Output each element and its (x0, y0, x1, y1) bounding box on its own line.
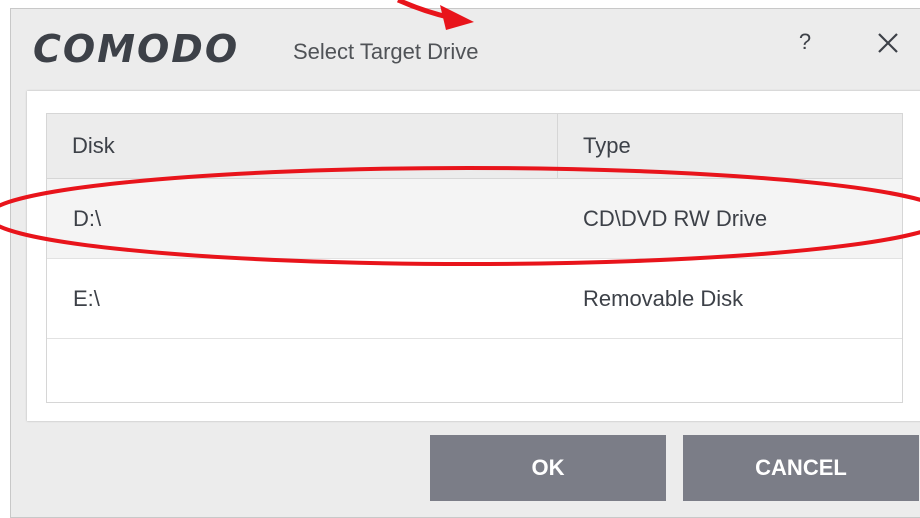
comodo-logo: COMODO (33, 27, 240, 71)
drive-list-panel: Disk Type D:\ CD\DVD RW Drive E:\ Remova… (27, 91, 920, 421)
select-target-drive-dialog: COMODO Select Target Drive ? Disk Type D… (10, 8, 920, 518)
table-row-d-drive[interactable]: D:\ CD\DVD RW Drive (47, 179, 902, 259)
table-row-e-drive[interactable]: E:\ Removable Disk (47, 259, 902, 339)
close-button[interactable] (873, 25, 903, 59)
type-cell: CD\DVD RW Drive (583, 206, 768, 231)
dialog-titlebar: COMODO Select Target Drive ? (11, 9, 920, 89)
ok-button[interactable]: OK (430, 435, 666, 501)
table-header: Disk Type (47, 114, 902, 179)
column-header-type[interactable]: Type (558, 114, 902, 178)
disk-cell: E:\ (73, 286, 100, 311)
column-header-disk[interactable]: Disk (47, 114, 558, 178)
cancel-button[interactable]: CANCEL (683, 435, 919, 501)
type-cell: Removable Disk (583, 286, 744, 311)
empty-table-row (47, 339, 902, 402)
help-button[interactable]: ? (791, 27, 819, 57)
drive-table: Disk Type D:\ CD\DVD RW Drive E:\ Remova… (46, 113, 903, 403)
close-icon (878, 33, 898, 53)
dialog-title: Select Target Drive (293, 39, 479, 64)
disk-cell: D:\ (73, 206, 102, 231)
